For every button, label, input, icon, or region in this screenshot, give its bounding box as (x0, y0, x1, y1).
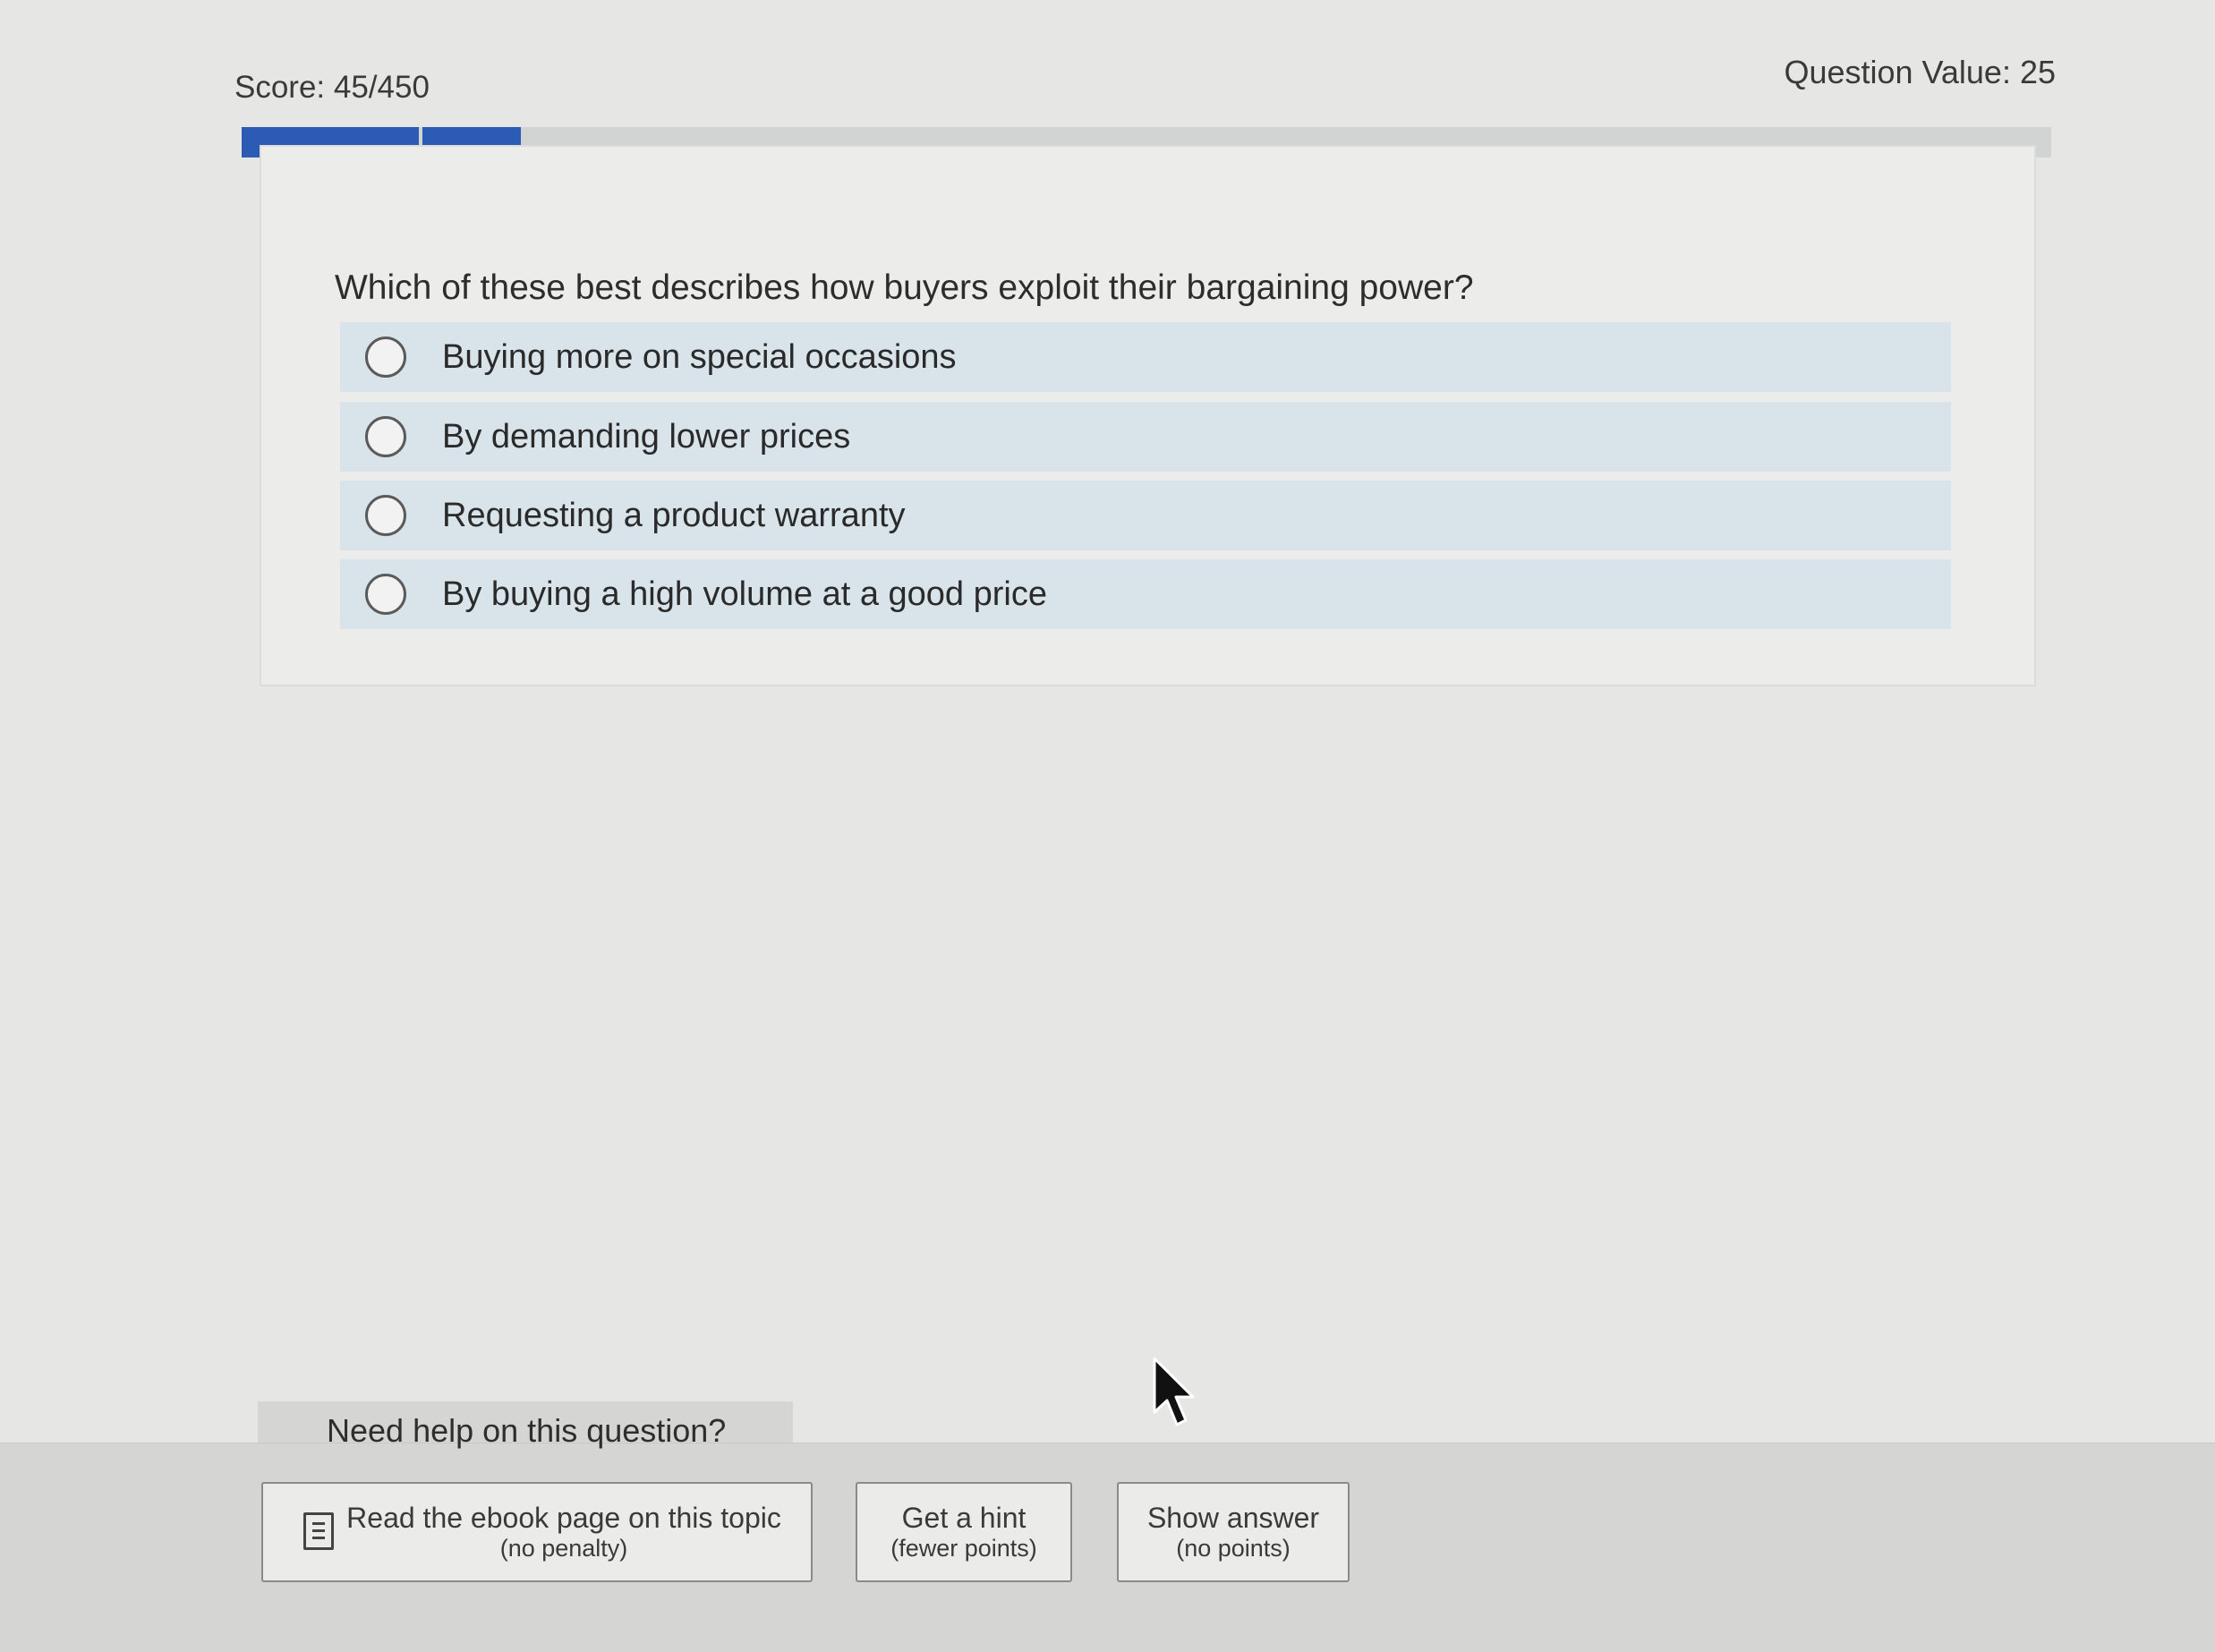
radio-button-icon[interactable] (365, 416, 406, 457)
document-lines-icon (303, 1512, 334, 1550)
help-title: Need help on this question? (327, 1412, 727, 1449)
show-answer-button[interactable]: Show answer (no points) (1117, 1482, 1350, 1582)
answer-option-3[interactable]: Requesting a product warranty (340, 481, 1951, 550)
show-answer-label: Show answer (1146, 1502, 1320, 1534)
mouse-pointer-icon (1153, 1357, 1195, 1426)
answer-option-4[interactable]: By buying a high volume at a good price (340, 559, 1951, 629)
answer-option-2[interactable]: By demanding lower prices (340, 402, 1951, 472)
show-answer-note: (no points) (1176, 1535, 1291, 1562)
answer-option-1[interactable]: Buying more on special occasions (340, 322, 1951, 392)
answer-option-label: Buying more on special occasions (442, 337, 957, 376)
question-text: Which of these best describes how buyers… (335, 268, 1474, 307)
get-hint-button[interactable]: Get a hint (fewer points) (856, 1482, 1072, 1582)
question-value-label: Question Value: 25 (1784, 54, 2056, 90)
answer-option-label: By demanding lower prices (442, 417, 851, 456)
get-hint-label: Get a hint (901, 1502, 1027, 1534)
get-hint-note: (fewer points) (890, 1535, 1037, 1562)
radio-button-icon[interactable] (365, 336, 406, 378)
score-label: Score: 45/450 (234, 70, 430, 105)
answer-option-label: Requesting a product warranty (442, 496, 906, 534)
radio-button-icon[interactable] (365, 495, 406, 536)
radio-button-icon[interactable] (365, 574, 406, 615)
read-ebook-label: Read the ebook page on this topic (346, 1502, 781, 1534)
read-ebook-note: (no penalty) (499, 1535, 628, 1562)
answer-option-label: By buying a high volume at a good price (442, 575, 1047, 613)
read-ebook-button[interactable]: Read the ebook page on this topic (no pe… (261, 1482, 813, 1582)
